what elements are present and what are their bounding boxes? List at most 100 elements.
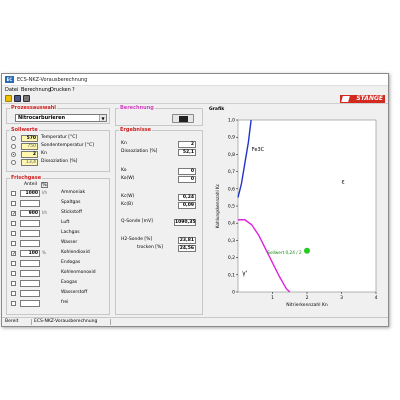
gas-anteil-field[interactable]: [20, 260, 40, 267]
y-tick-label: 0,3: [228, 238, 235, 244]
res-kn-value: 2: [178, 141, 196, 148]
gas-checkbox[interactable]: [11, 231, 16, 236]
soll-kn-label: Kn: [41, 151, 47, 156]
prozessauswahl-panel: Prozessauswahl Nitrocarburieren ▼: [6, 105, 110, 124]
res-dissoziation-label: Dissoziation [%]: [121, 149, 158, 154]
y-tick-label: 0,6: [228, 186, 235, 192]
save-icon[interactable]: [14, 95, 21, 102]
phase-diagram-chart: 0 0,1 0,2 0,3 0,4 0,5 0,6 0,7 0,8 0,9 1,0 1 2 3 4 Nitri…: [215, 118, 378, 309]
res-qsonde-label: Q-Sonde [mV]: [121, 219, 153, 224]
soll-temperatur-field[interactable]: 570: [21, 135, 38, 142]
menu-help[interactable]: ?: [72, 87, 75, 93]
process-select[interactable]: Nitrocarburieren ▼: [15, 114, 107, 122]
soll-dissoziation-field[interactable]: 13,4: [21, 159, 38, 166]
gas-checkbox[interactable]: [11, 221, 16, 226]
gas-checkbox[interactable]: [11, 241, 16, 246]
window-title: ECS-NKZ-Vorausberechnung: [17, 77, 88, 83]
res-kn-label: Kn: [121, 141, 127, 146]
soll-dissoziation-label: Dissoziation [%]: [41, 159, 78, 164]
menu-berechnung[interactable]: Berechnung: [21, 87, 51, 93]
gas-name: Ammoniak: [61, 190, 86, 195]
frischgase-title: Frischgase: [10, 175, 43, 181]
percent-toggle[interactable]: %: [41, 182, 48, 188]
x-tick-label: 4: [375, 295, 378, 301]
res-kow-value: 0: [178, 176, 196, 183]
gas-checkbox[interactable]: [11, 191, 16, 196]
radio-dissoziation[interactable]: [11, 160, 16, 165]
gas-name: Lachgas: [61, 230, 80, 235]
gas-checkbox[interactable]: ✓: [11, 251, 16, 257]
res-h2-value: 23,81: [178, 237, 196, 244]
open-icon[interactable]: [5, 95, 12, 102]
res-kcb-value: 0,09: [178, 202, 196, 209]
anteil-header: Anteil: [24, 182, 37, 187]
gas-anteil-field[interactable]: [20, 300, 40, 307]
gas-name: Wasser: [61, 240, 78, 245]
phase-label-epsilon: ε: [342, 179, 345, 186]
res-kcw-label: Kc(W): [121, 194, 135, 199]
status-app: ECS-NKZ-Vorausberechnung: [34, 319, 98, 324]
sollwert-label: Sollwert 0,24 / 2: [267, 250, 302, 255]
gas-name: Spaltgas: [61, 200, 81, 205]
gas-checkbox[interactable]: [11, 201, 16, 206]
res-dissoziation-value: 52,1: [178, 149, 196, 156]
gas-anteil-field[interactable]: 100: [20, 250, 40, 257]
frischgase-panel: Frischgase Anteil % 1000 I/h Ammoniak Spalt…: [6, 175, 110, 315]
gas-name: Stickstoff: [61, 210, 82, 215]
gas-checkbox[interactable]: ✓: [11, 211, 16, 217]
y-tick-label: 0,2: [228, 255, 235, 261]
res-kcw-value: 0,24: [178, 194, 196, 201]
menu-datei[interactable]: Datei: [5, 87, 18, 93]
radio-kn[interactable]: [11, 152, 16, 157]
gas-checkbox[interactable]: [11, 261, 16, 266]
gas-anteil-field[interactable]: [20, 220, 40, 227]
phase-label-fe3c: Fe3C: [252, 147, 265, 153]
x-axis-label: Nitrierkennzahl Kn: [286, 302, 328, 308]
gas-checkbox[interactable]: [11, 291, 16, 296]
gas-anteil-field[interactable]: [20, 270, 40, 277]
gas-anteil-field[interactable]: [20, 200, 40, 207]
radio-sondentemperatur[interactable]: [11, 144, 16, 149]
gas-anteil-field[interactable]: 1000: [20, 190, 40, 197]
print-icon[interactable]: [23, 95, 30, 102]
gas-anteil-field[interactable]: [20, 230, 40, 237]
sollwerte-title: Sollwerte: [10, 127, 39, 133]
res-trocken-label: trocken [%]: [137, 245, 164, 250]
radio-temperatur[interactable]: [11, 136, 16, 141]
soll-kn-field[interactable]: 2: [21, 151, 38, 158]
gas-checkbox[interactable]: [11, 281, 16, 286]
calculate-button[interactable]: [172, 114, 194, 123]
y-tick-label: 0,4: [228, 221, 235, 227]
gas-name: frei: [61, 300, 69, 305]
soll-sondentemperatur-label: Sondentemperatur [°C]: [41, 143, 94, 148]
res-ko-label: Ko: [121, 168, 127, 173]
soll-sondentemperatur-field[interactable]: 750: [21, 143, 38, 150]
status-bar: Bereit ECS-NKZ-Vorausberechnung: [2, 317, 388, 326]
stange-logo: STANGE: [340, 95, 385, 103]
x-tick-label: 2: [306, 295, 309, 301]
sollwert-point: [304, 247, 310, 254]
gas-name: Exogas: [61, 280, 78, 285]
gas-anteil-field[interactable]: [20, 240, 40, 247]
gas-anteil-field[interactable]: [20, 290, 40, 297]
process-select-value: Nitrocarburieren: [18, 115, 66, 121]
gas-name: Endogas: [61, 260, 81, 265]
chevron-down-icon[interactable]: ▼: [99, 115, 106, 121]
status-ready: Bereit: [5, 319, 19, 324]
gas-unit: I/h: [42, 190, 48, 195]
calculator-icon: [179, 116, 188, 122]
x-tick-label: 3: [340, 295, 343, 301]
gas-anteil-field[interactable]: 900: [20, 210, 40, 217]
gas-checkbox[interactable]: [11, 271, 16, 276]
gas-anteil-field[interactable]: [20, 280, 40, 287]
prozessauswahl-title: Prozessauswahl: [10, 105, 57, 111]
ergebnisse-panel: Ergebnisse Kn 2 Dissoziation [%] 52,1 Ko…: [115, 127, 203, 315]
phase-label-gamma: γ': [242, 270, 248, 277]
res-trocken-value: 24,56: [178, 245, 196, 252]
y-axis-label: Kohlungskennzahl Kc: [215, 183, 220, 228]
gas-checkbox[interactable]: [11, 301, 16, 306]
menu-drucken[interactable]: Drucken: [50, 87, 71, 93]
status-separator: [110, 319, 111, 325]
ergebnisse-title: Ergebnisse: [119, 127, 153, 133]
gas-unit: %: [42, 250, 46, 255]
